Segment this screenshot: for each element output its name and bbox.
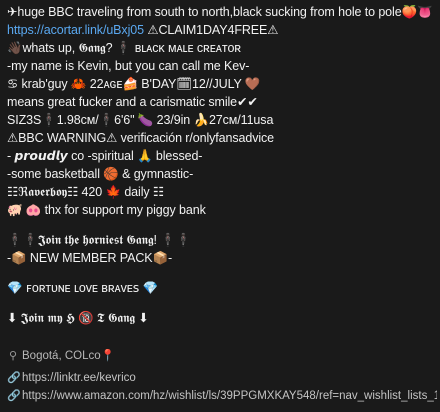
link-icon: 🔗 xyxy=(7,371,21,384)
profile-link-linktree[interactable]: 🔗https://linktr.ee/kevrico xyxy=(7,371,437,385)
promo-link[interactable]: https://acortar.link/uBxj05 xyxy=(7,23,144,37)
bio-line-join-gang: 🕴🏿🕴🏿𝕵𝖔𝖎𝖓 𝖙𝖍𝖊 𝖍𝖔𝖗𝖓𝖎𝖊𝖘𝖙 𝕲𝖆𝖓𝖌! 🕴🏿🕴🏿 xyxy=(7,233,192,247)
bio-spacer xyxy=(7,267,437,279)
profile-location: ⚲ Bogotá, COLco📍 xyxy=(7,349,437,363)
location-pin-icon: ⚲ xyxy=(8,349,18,362)
bio-line-name: -my name is Kevin, but you can call me K… xyxy=(7,59,250,73)
profile-bio: ✈huge BBC traveling from south to north,… xyxy=(7,3,437,327)
location-text: Bogotá, COLco📍 xyxy=(22,350,115,362)
bio-line-warning: ⚠BBC WARNING⚠ verificación r/onlyfansadv… xyxy=(7,131,275,145)
bio-line-promo: https://acortar.link/uBxj05 ⚠CLAIM1DAY4F… xyxy=(7,21,437,39)
wishlist-url[interactable]: https://www.amazon.com/hz/wishlist/ls/39… xyxy=(22,390,437,402)
bio-line-ravenboy: ☷ℜ𝖆𝖛𝖊𝖗𝖇𝖔𝖞☷ 420 🍁 daily ☷ xyxy=(7,185,164,199)
bio-line-means: means great fucker and a carismatic smil… xyxy=(7,95,258,109)
bio-spacer xyxy=(7,297,437,309)
bio-line-birthday: ♋ krab'guy 🦀 22ᴀɢᴇ🍰 B'DAY🗓12//JULY 🤎 xyxy=(7,77,261,91)
bio-line-member-pack: -📦 NEW MEMBER PACK📦- xyxy=(7,251,173,265)
bio-line-piggy: 🐖 🐽 thx for support my piggy bank xyxy=(7,203,206,217)
bio-line-greeting: 👋🏿whats up, 𝕲𝖆𝖓𝖌? 🕴🏿 ʙʟᴀᴄᴋ ᴍᴀʟᴇ ᴄʀᴇᴀᴛᴏʀ xyxy=(7,41,241,55)
bio-spacer xyxy=(7,219,437,231)
bio-line-basketball: -some basketball 🏀 & gymnastic- xyxy=(7,167,194,181)
bio-line-proudly: - 𝙥𝙧𝙤𝙪𝙙𝙡𝙮 co -spiritual 🙏 blessed- xyxy=(7,149,203,163)
bio-line-join-hot-gang: ⬇ 𝕵𝖔𝖎𝖓 𝖒𝖞 𝕳 🔞 𝕿 𝕲𝖆𝖓𝖌 ⬇ xyxy=(7,311,149,325)
linktree-url[interactable]: https://linktr.ee/kevrico xyxy=(22,372,136,384)
profile-link-wishlist[interactable]: 🔗https://www.amazon.com/hz/wishlist/ls/3… xyxy=(7,389,437,403)
promo-claim-text: ⚠CLAIM1DAY4FREE⚠ xyxy=(143,23,279,37)
bio-line-sizes: SIZ3S🕴🏿1.98ᴄᴍ/🕴🏿6'6" 🍆 23/9in 🍌27ᴄᴍ/11us… xyxy=(7,113,274,127)
bio-line-fortune: 💎 ꜰᴏʀᴛᴜɴᴇ ʟᴏᴠᴇ ʙʀᴀᴠᴇꜱ 💎 xyxy=(7,281,159,295)
link-icon: 🔗 xyxy=(7,389,21,402)
bio-line-tagline: ✈huge BBC traveling from south to north,… xyxy=(7,5,433,19)
